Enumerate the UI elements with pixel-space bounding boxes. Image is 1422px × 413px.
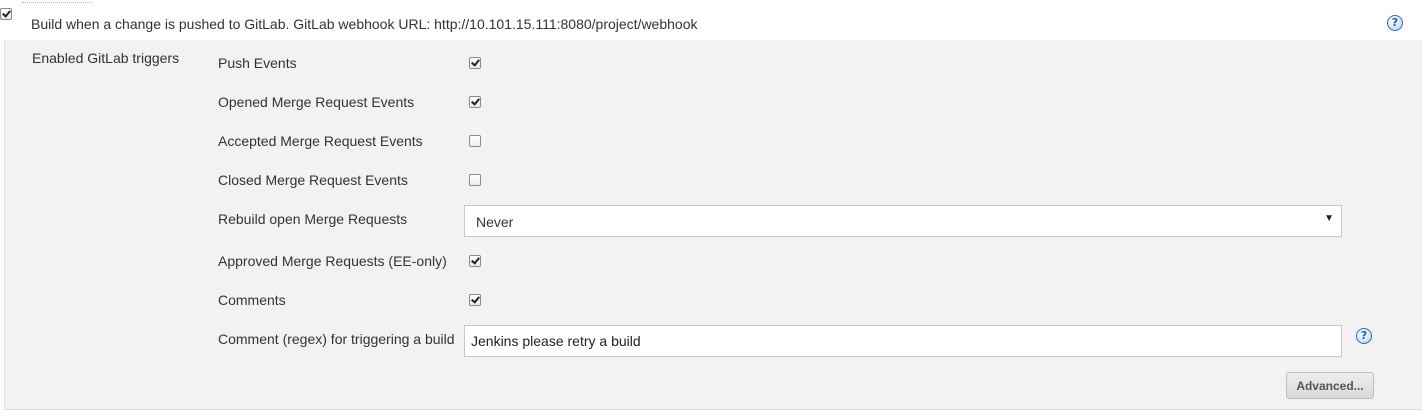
cropped-previous-row [22, 0, 92, 3]
build-trigger-label: Build when a change is pushed to GitLab.… [31, 16, 698, 32]
comment-regex-input[interactable] [464, 325, 1342, 357]
comments-checkbox[interactable] [469, 294, 481, 306]
push-events-label: Push Events [218, 55, 297, 71]
comments-label: Comments [218, 292, 286, 308]
closed-mr-events-checkbox[interactable] [469, 174, 481, 186]
closed-mr-events-label: Closed Merge Request Events [218, 172, 408, 188]
help-icon[interactable]: ? [1387, 15, 1403, 31]
approved-mr-checkbox[interactable] [469, 255, 481, 267]
advanced-button[interactable]: Advanced... [1286, 372, 1374, 399]
help-icon[interactable]: ? [1356, 328, 1372, 344]
approved-mr-label: Approved Merge Requests (EE-only) [218, 253, 447, 269]
opened-mr-events-label: Opened Merge Request Events [218, 94, 415, 110]
accepted-mr-events-label: Accepted Merge Request Events [218, 133, 423, 149]
rebuild-selected-value: Never [476, 214, 514, 230]
rebuild-open-mr-select[interactable]: Never ▼ [464, 205, 1342, 237]
opened-mr-events-checkbox[interactable] [469, 96, 481, 108]
gitlab-triggers-panel: Enabled GitLab triggers Push Events Open… [4, 40, 1422, 410]
build-trigger-checkbox[interactable] [0, 8, 12, 20]
build-trigger-row: Build when a change is pushed to GitLab.… [0, 8, 1422, 40]
comment-regex-label: Comment (regex) for triggering a build [218, 331, 455, 347]
gitlab-trigger-config: Build when a change is pushed to GitLab.… [0, 0, 1422, 413]
dropdown-arrow-icon: ▼ [1324, 213, 1334, 224]
push-events-checkbox[interactable] [469, 57, 481, 69]
accepted-mr-events-checkbox[interactable] [469, 135, 481, 147]
rebuild-open-mr-label: Rebuild open Merge Requests [218, 211, 408, 227]
enabled-triggers-label: Enabled GitLab triggers [32, 50, 180, 66]
